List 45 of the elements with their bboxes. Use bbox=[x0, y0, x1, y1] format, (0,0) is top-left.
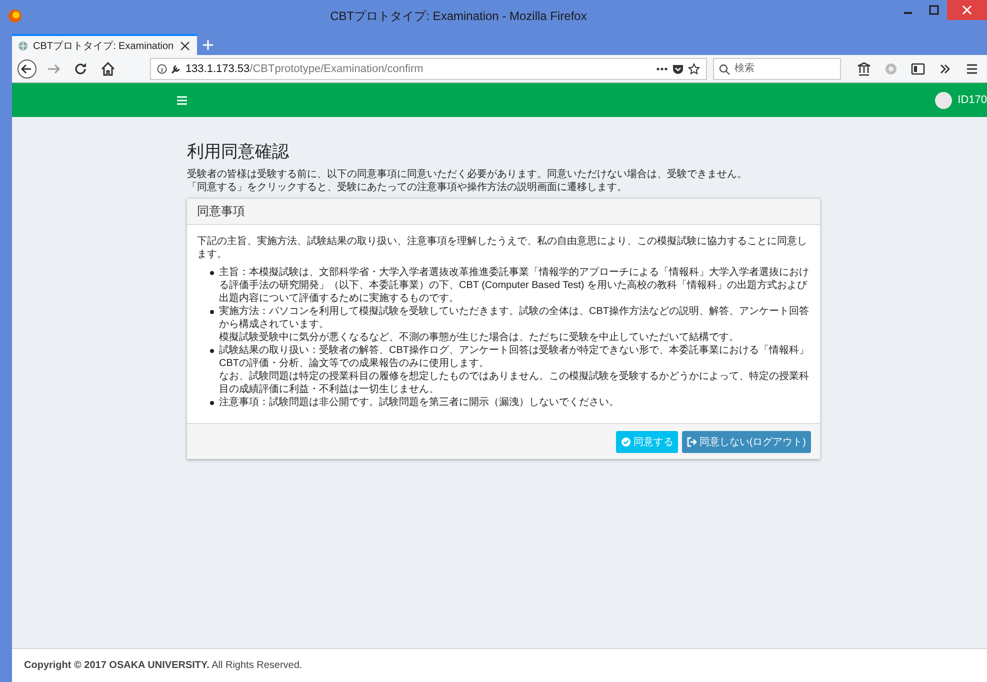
item-text: 注意事項：試験問題は非公開です。試験問題を第三者に開示（漏洩）しないでください。 bbox=[219, 396, 619, 409]
menu-icon[interactable] bbox=[966, 62, 978, 74]
address-bar[interactable]: 133.1.173.53/CBTprototype/Examination/confirm bbox=[150, 58, 708, 80]
forward-icon[interactable] bbox=[46, 62, 61, 76]
maximize-icon[interactable] bbox=[929, 5, 939, 15]
home-icon[interactable] bbox=[100, 62, 115, 76]
chevrons-icon[interactable] bbox=[939, 62, 952, 74]
search-icon bbox=[719, 64, 730, 74]
lead-text: 下記の主旨、実施方法、試験結果の取り扱い、注意事項を理解したうえで、私の自由意思により、この模擬試験に協力することに同意します。 bbox=[197, 235, 808, 261]
user-id[interactable]: ID170 bbox=[958, 94, 987, 106]
plus-icon[interactable] bbox=[202, 38, 214, 50]
item-text: なお、試験問題は特定の授業科目の履修を想定したものではありません。この模擬試験を受験するかどうかによって、特定の授業科目の成績評価に利益・不利益は一切生じません。 bbox=[219, 370, 810, 396]
back-icon[interactable] bbox=[16, 58, 37, 78]
intro-text: 「同意する」をクリックすると、受験にあたっての注意事項や操作方法の説明画面に遷移します。 bbox=[187, 181, 628, 194]
logout-button[interactable]: 同意しない(ログアウト) bbox=[682, 430, 811, 452]
card-title: 同意事項 bbox=[187, 199, 820, 225]
globe-icon bbox=[18, 40, 28, 50]
bullet-icon bbox=[210, 349, 214, 353]
info-icon[interactable] bbox=[157, 64, 168, 74]
page-title: 利用同意確認 bbox=[187, 141, 290, 163]
copyright-text: Copyright © 2017 OSAKA UNIVERSITY. All Rights Reserved. bbox=[24, 660, 302, 671]
wrench-icon bbox=[171, 64, 182, 74]
url-text: 133.1.173.53/CBTprototype/Examination/confirm bbox=[185, 62, 424, 74]
pocket-icon[interactable] bbox=[672, 62, 684, 74]
sidebar-icon[interactable] bbox=[911, 62, 926, 76]
browser-tab[interactable]: CBTプロトタイプ: Examination bbox=[12, 34, 197, 55]
item-text: 模擬試験受験中に気分が悪くなるなど、不測の事態が生じた場合は、ただちに受験を中止していただいて結構です。 bbox=[219, 331, 740, 344]
reload-icon[interactable] bbox=[74, 62, 88, 76]
item-text: 実施方法：パソコンを利用して模擬試験を受験していただきます。試験の全体は、CBT操作方法などの説明、解答、アンケート回答から構成されています。 bbox=[219, 305, 810, 331]
window-title: CBTプロトタイプ: Examination - Mozilla Firefox bbox=[329, 8, 588, 24]
item-text: 試験結果の取り扱い：受験者の解答、CBT操作ログ、アンケート回答は受験者が特定できない形で、本委託事業における「情報科」CBTの評価・分析、論文等での成果報告のみに使用します。 bbox=[219, 344, 810, 370]
agree-button[interactable]: 同意する bbox=[616, 430, 678, 452]
search-field[interactable]: 検索 bbox=[713, 58, 842, 80]
bullet-icon bbox=[210, 310, 214, 314]
bullet-icon bbox=[210, 271, 214, 275]
star-icon[interactable] bbox=[688, 62, 700, 74]
check-circle-icon bbox=[621, 436, 632, 446]
avatar-icon bbox=[934, 92, 952, 108]
intro-text: 受験者の皆様は受験する前に、以下の同意事項に同意いただく必要があります。同意いただけない場合は、受験できません。 bbox=[187, 168, 748, 181]
library-icon[interactable] bbox=[857, 62, 872, 76]
item-text: 主旨：本模擬試験は、文部科学省・大学入学者選抜改革推進委託事業「情報学的アプローチによる「情報科」大学入学者選抜における評価手法の研究開発」（以下、本委託事業）の下、CBT (Computer Based Test) を用いた高校の教科「情報科」の出題方式および出題内容について評価するために実施するものです。 bbox=[219, 266, 810, 305]
sign-out-icon bbox=[687, 436, 698, 446]
bullet-icon bbox=[210, 401, 214, 405]
more-icon[interactable] bbox=[656, 66, 668, 70]
close-icon[interactable] bbox=[178, 40, 191, 52]
